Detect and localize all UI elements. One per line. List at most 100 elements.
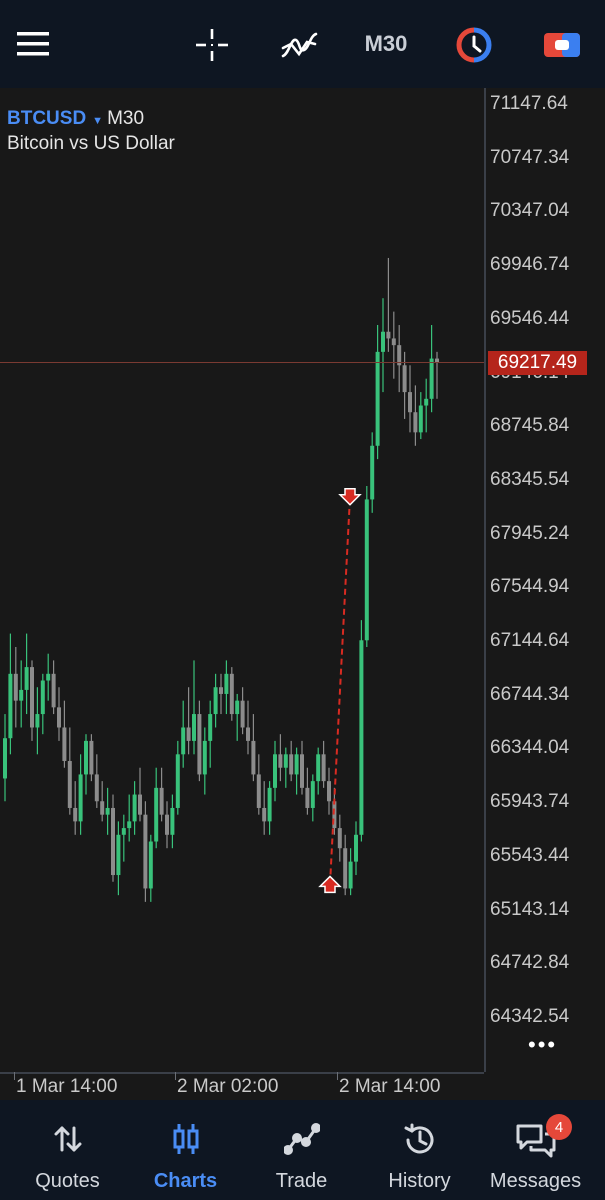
candle <box>78 754 83 835</box>
top-toolbar: M30 <box>0 0 605 88</box>
nav-label-messages: Messages <box>489 1170 582 1192</box>
candle <box>364 486 369 647</box>
more-options-icon[interactable]: ••• <box>528 1034 557 1056</box>
candle-body <box>46 673 51 681</box>
candle-body <box>424 398 429 406</box>
candle <box>278 734 283 782</box>
candle <box>289 740 294 782</box>
candle-body <box>370 445 375 500</box>
nav-label-history: History <box>388 1170 451 1192</box>
candle-body <box>251 740 256 775</box>
candle <box>343 834 348 896</box>
candle-body <box>289 754 294 775</box>
candle-body <box>262 807 267 822</box>
candle <box>186 687 191 755</box>
candle-body <box>121 828 126 835</box>
candle <box>397 325 402 393</box>
trade-line-icon <box>282 1122 321 1161</box>
candle <box>337 814 342 862</box>
candle-body <box>294 754 299 775</box>
candle-body <box>429 358 434 399</box>
symbol-dropdown-caret-icon[interactable]: ▼ <box>92 115 103 127</box>
candle-body <box>116 834 121 876</box>
candle-body <box>159 787 164 815</box>
candle <box>8 633 13 755</box>
sell-arrow-icon[interactable] <box>338 487 362 506</box>
nav-label-quotes: Quotes <box>35 1170 100 1192</box>
candle <box>273 740 277 802</box>
candle <box>267 781 272 835</box>
chart-canvas[interactable] <box>0 88 484 1072</box>
candle <box>62 700 67 768</box>
candle-body <box>327 781 331 802</box>
candle-body <box>100 801 105 815</box>
price-axis-label: 67144.64 <box>490 630 570 651</box>
candle <box>24 633 29 715</box>
candle-body <box>73 807 78 822</box>
buy-arrow-icon[interactable] <box>318 875 342 894</box>
candle-body <box>67 761 72 808</box>
candle <box>305 767 310 815</box>
candle-body <box>19 689 24 701</box>
candle-body <box>40 680 45 715</box>
candle-body <box>13 673 18 701</box>
price-axis-label: 64342.54 <box>490 1005 570 1027</box>
candle <box>73 781 78 835</box>
candle-body <box>240 700 245 728</box>
candle-body <box>418 405 423 433</box>
indicators-icon[interactable] <box>278 26 320 64</box>
bottom-navigation: Quotes Charts Trade History Messages <box>0 1100 605 1200</box>
candle-body <box>35 714 40 728</box>
nav-messages[interactable]: Messages <box>475 1100 596 1200</box>
nav-trade[interactable]: Trade <box>241 1100 362 1200</box>
candle <box>197 700 202 782</box>
candle-body <box>229 673 234 715</box>
candle <box>67 727 72 815</box>
candle-body <box>132 794 137 822</box>
nav-quotes[interactable]: Quotes <box>7 1100 128 1200</box>
candle <box>202 727 207 795</box>
candle-body <box>391 338 396 346</box>
one-click-trading-icon[interactable] <box>454 26 494 64</box>
price-axis-label: 67945.24 <box>490 522 570 544</box>
candle <box>165 801 169 849</box>
candle <box>354 821 358 876</box>
candle <box>359 620 364 842</box>
candle <box>375 325 380 460</box>
candle <box>348 848 353 896</box>
candle-body <box>197 714 202 775</box>
current-price-line <box>0 362 484 363</box>
candle-body <box>105 807 110 815</box>
candle <box>370 432 375 513</box>
candle-body <box>62 727 67 762</box>
price-axis-label: 67544.94 <box>490 576 570 598</box>
candle <box>143 801 148 902</box>
candle <box>138 767 142 822</box>
symbol-name[interactable]: BTCUSD <box>7 108 86 129</box>
candle-body <box>337 828 342 849</box>
candle-body <box>359 640 364 835</box>
timeframe-button[interactable]: M30 <box>358 28 414 60</box>
candle <box>246 700 250 755</box>
price-axis-label: 69946.74 <box>490 254 570 276</box>
trade-panel-icon[interactable] <box>540 28 584 62</box>
candle-body <box>219 687 223 694</box>
candle-body <box>267 787 272 822</box>
symbol-description: Bitcoin vs US Dollar <box>7 133 175 154</box>
candle-body <box>354 834 358 862</box>
nav-charts[interactable]: Charts <box>125 1100 246 1200</box>
candle <box>121 814 126 862</box>
hamburger-menu-icon[interactable] <box>14 27 52 61</box>
chart-symbol-header[interactable]: BTCUSD ▼ M30 <box>7 108 144 130</box>
nav-history[interactable]: History <box>359 1100 480 1200</box>
price-axis-label: 70347.04 <box>490 200 570 222</box>
candle-body <box>273 754 277 788</box>
candle <box>251 714 256 782</box>
candle-body <box>224 673 229 694</box>
candle <box>310 774 315 822</box>
candle <box>89 734 94 782</box>
candle-body <box>348 861 353 889</box>
crosshair-icon[interactable] <box>193 26 231 64</box>
candle <box>127 794 132 842</box>
candle-body <box>208 714 213 741</box>
